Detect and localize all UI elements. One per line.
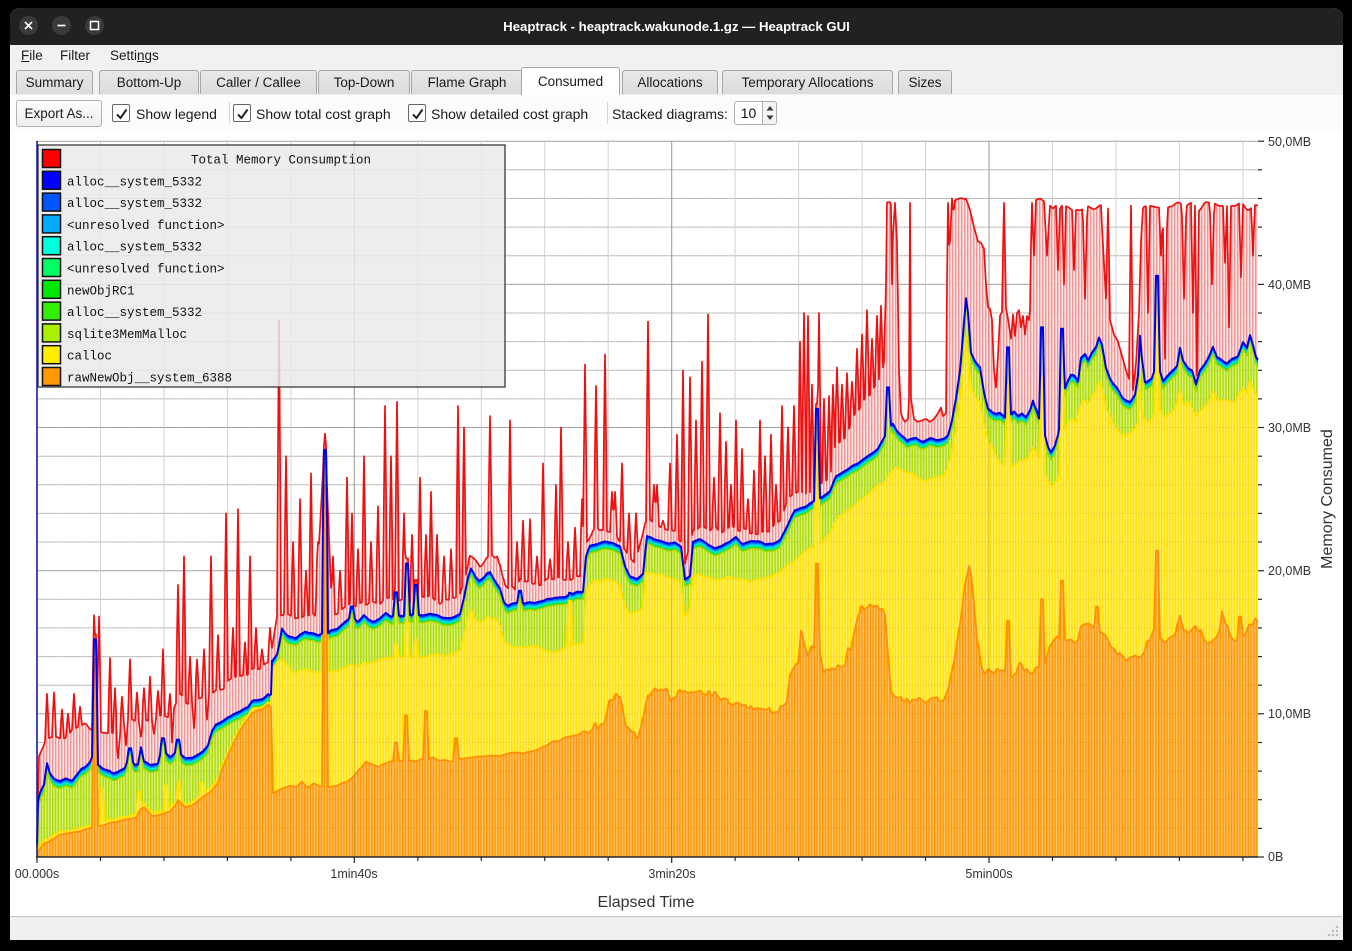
svg-text:1min40s: 1min40s xyxy=(330,867,377,881)
svg-text:alloc__system_5332: alloc__system_5332 xyxy=(67,175,202,189)
svg-text:30,0MB: 30,0MB xyxy=(1268,421,1311,435)
svg-text:Elapsed Time: Elapsed Time xyxy=(598,894,695,911)
svg-text:<unresolved function>: <unresolved function> xyxy=(67,219,225,233)
svg-text:10,0MB: 10,0MB xyxy=(1268,707,1311,721)
svg-text:alloc__system_5332: alloc__system_5332 xyxy=(67,306,202,320)
svg-text:calloc: calloc xyxy=(67,350,112,364)
svg-text:sqlite3MemMalloc: sqlite3MemMalloc xyxy=(67,328,187,342)
svg-text:3min20s: 3min20s xyxy=(648,867,695,881)
svg-text:50,0MB: 50,0MB xyxy=(1268,135,1311,149)
svg-text:rawNewObj__system_6388: rawNewObj__system_6388 xyxy=(67,372,232,386)
svg-text:0B: 0B xyxy=(1268,850,1283,864)
svg-text:Memory Consumed: Memory Consumed xyxy=(1319,429,1336,569)
svg-text:alloc__system_5332: alloc__system_5332 xyxy=(67,241,202,255)
svg-text:00.000s: 00.000s xyxy=(15,867,59,881)
svg-text:40,0MB: 40,0MB xyxy=(1268,278,1311,292)
svg-text:newObjRC1: newObjRC1 xyxy=(67,284,135,298)
svg-text:<unresolved function>: <unresolved function> xyxy=(67,263,225,277)
svg-text:alloc__system_5332: alloc__system_5332 xyxy=(67,197,202,211)
svg-text:20,0MB: 20,0MB xyxy=(1268,564,1311,578)
svg-text:Total Memory Consumption: Total Memory Consumption xyxy=(191,154,371,168)
svg-text:5min00s: 5min00s xyxy=(965,867,1012,881)
